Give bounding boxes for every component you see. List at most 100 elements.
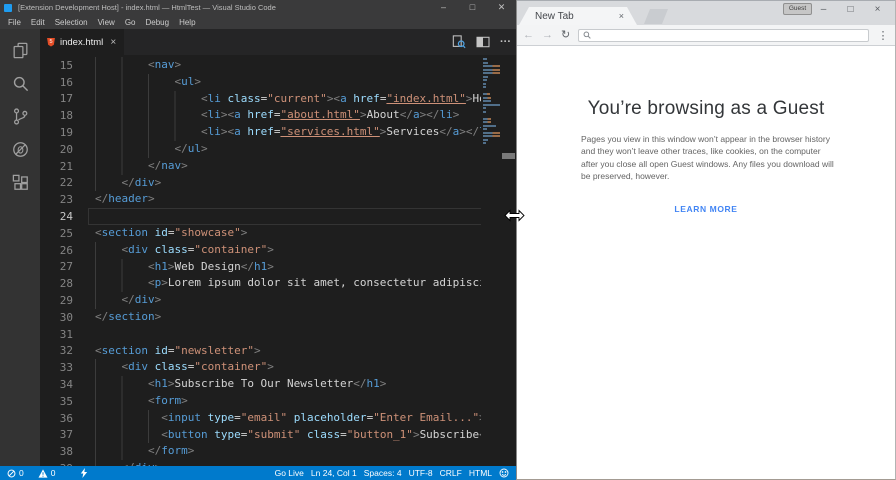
warnings-count[interactable]: 0 xyxy=(51,468,56,478)
browser-menu-icon[interactable]: ⋮ xyxy=(877,29,889,42)
menu-selection[interactable]: Selection xyxy=(50,18,93,27)
editor-scrollbar-thumb[interactable] xyxy=(502,153,515,159)
browser-minimize-button[interactable]: – xyxy=(810,1,837,18)
menu-go[interactable]: Go xyxy=(120,18,141,27)
code-lines: 15 <nav> 16 <ul> 17 <li class="current"><a hr… xyxy=(40,57,516,466)
line-text: <div class="container"> xyxy=(88,359,516,377)
warnings-icon[interactable] xyxy=(38,468,48,478)
code-line[interactable]: 16 <ul> xyxy=(40,73,516,91)
line-number: 31 xyxy=(59,327,73,341)
menu-help[interactable]: Help xyxy=(174,18,200,27)
explorer-icon[interactable] xyxy=(0,34,40,67)
menu-file[interactable]: File xyxy=(3,18,26,27)
browser-maximize-button[interactable]: □ xyxy=(837,1,864,18)
code-line[interactable]: 33 <div class="container"> xyxy=(40,359,516,377)
code-line[interactable]: 24 xyxy=(40,208,516,225)
line-number: 16 xyxy=(59,75,73,89)
code-line[interactable]: 18 <li><a href="about.html">About</a></li… xyxy=(40,107,516,125)
errors-count[interactable]: 0 xyxy=(19,468,24,478)
code-line[interactable]: 32 <section id="newsletter"> xyxy=(40,343,516,360)
menu-view[interactable]: View xyxy=(93,18,120,27)
line-text: <li><a href="services.html">Services</a>… xyxy=(88,124,516,141)
editor-group: 5 index.html × ··· 15 <nav> 16 <ul> 17 <… xyxy=(40,29,516,466)
code-line[interactable]: 21 </nav> xyxy=(40,157,516,175)
guest-profile-badge[interactable]: Guest xyxy=(783,3,812,15)
browser-tab-close-icon[interactable]: × xyxy=(619,11,624,21)
lightning-bolt-icon[interactable] xyxy=(80,468,88,478)
eol-setting[interactable]: CRLF xyxy=(440,468,462,478)
line-number: 23 xyxy=(59,193,73,207)
code-line[interactable]: 31 xyxy=(40,326,516,343)
code-line[interactable]: 30 </section> xyxy=(40,309,516,326)
menu-edit[interactable]: Edit xyxy=(26,18,50,27)
tab-close-icon[interactable]: × xyxy=(110,37,116,48)
line-number: 28 xyxy=(59,277,73,291)
go-live-button[interactable]: Go Live xyxy=(275,468,304,478)
code-line[interactable]: 15 <nav> xyxy=(40,57,516,74)
forward-button[interactable]: → xyxy=(542,29,553,41)
guest-page: You’re browsing as a Guest Pages you vie… xyxy=(517,46,895,479)
minimap-line xyxy=(483,138,488,141)
minimap-line xyxy=(483,107,486,109)
new-tab-button[interactable] xyxy=(644,9,668,24)
vscode-close-button[interactable]: ✕ xyxy=(487,0,516,15)
code-line[interactable]: 22 </div> xyxy=(40,174,516,192)
minimap-line xyxy=(483,103,500,106)
line-text xyxy=(88,208,516,225)
menu-debug[interactable]: Debug xyxy=(140,18,174,27)
activity-bar xyxy=(0,29,40,466)
search-icon[interactable] xyxy=(0,67,40,100)
line-number: 25 xyxy=(59,226,73,240)
code-line[interactable]: 27 <h1>Web Design</h1> xyxy=(40,258,516,276)
cursor-position[interactable]: Ln 24, Col 1 xyxy=(311,468,357,478)
minimap[interactable] xyxy=(483,58,501,146)
code-line[interactable]: 29 </div> xyxy=(40,292,516,309)
line-number: 32 xyxy=(59,344,73,358)
vscode-maximize-button[interactable]: □ xyxy=(458,0,487,15)
code-line[interactable]: 25 <section id="showcase"> xyxy=(40,225,516,242)
browser-tab-strip: New Tab × Guest – □ × xyxy=(517,0,895,25)
encoding-setting[interactable]: UTF-8 xyxy=(409,468,433,478)
code-editor[interactable]: 15 <nav> 16 <ul> 17 <li class="current"><a hr… xyxy=(40,55,516,466)
source-control-icon[interactable] xyxy=(0,100,40,133)
errors-icon[interactable] xyxy=(7,469,16,478)
open-preview-icon[interactable] xyxy=(452,35,466,49)
code-line[interactable]: 34 <h1>Subscribe To Our Newsletter</h1> xyxy=(40,376,516,393)
minimap-line xyxy=(483,128,487,130)
code-line[interactable]: 35 <form> xyxy=(40,392,516,410)
code-line[interactable]: 38 </form> xyxy=(40,443,516,461)
learn-more-link[interactable]: LEARN MORE xyxy=(674,204,737,214)
language-mode[interactable]: HTML xyxy=(469,468,492,478)
split-editor-icon[interactable] xyxy=(476,36,490,48)
code-line[interactable]: 17 <li class="current"><a href="index.htm… xyxy=(40,90,516,108)
debug-icon[interactable] xyxy=(0,133,40,166)
line-text: </form> xyxy=(88,443,516,461)
address-bar[interactable] xyxy=(578,28,869,42)
code-line[interactable]: 20 </ul> xyxy=(40,140,516,158)
minimap-line xyxy=(483,82,486,85)
tab-index-html[interactable]: 5 index.html × xyxy=(40,29,124,55)
guest-heading: You’re browsing as a Guest xyxy=(587,98,825,119)
code-line[interactable]: 36 <input type="email" placeholder="Enter… xyxy=(40,409,516,427)
browser-tab-new-tab[interactable]: New Tab × xyxy=(519,7,637,25)
line-number: 27 xyxy=(59,260,73,274)
browser-toolbar: ← → ↻ ⋮ xyxy=(517,25,895,46)
code-line[interactable]: 37 <button type="submit" class="button_1"… xyxy=(40,426,516,444)
vscode-minimize-button[interactable]: – xyxy=(429,0,458,15)
code-line[interactable]: 28 <p>Lorem ipsum dolor sit amet, consect… xyxy=(40,275,516,293)
line-text: <h1>Web Design</h1> xyxy=(88,258,516,276)
refresh-button[interactable]: ↻ xyxy=(561,29,570,41)
code-line[interactable]: 23 </header> xyxy=(40,191,516,208)
code-line[interactable]: 26 <div class="container"> xyxy=(40,241,516,259)
code-line[interactable]: 19 <li><a href="services.html">Services</… xyxy=(40,124,516,141)
back-button[interactable]: ← xyxy=(523,29,534,41)
vscode-logo-icon xyxy=(4,3,12,12)
line-number: 22 xyxy=(59,176,73,190)
line-number: 18 xyxy=(59,109,73,123)
extensions-icon[interactable] xyxy=(0,166,40,199)
browser-close-button[interactable]: × xyxy=(864,1,891,18)
feedback-smiley-icon[interactable] xyxy=(499,468,509,478)
more-actions-icon[interactable]: ··· xyxy=(500,36,511,48)
indentation-setting[interactable]: Spaces: 4 xyxy=(364,468,402,478)
screen: { "vscode": { "title": "[Extension Devel… xyxy=(0,0,896,480)
